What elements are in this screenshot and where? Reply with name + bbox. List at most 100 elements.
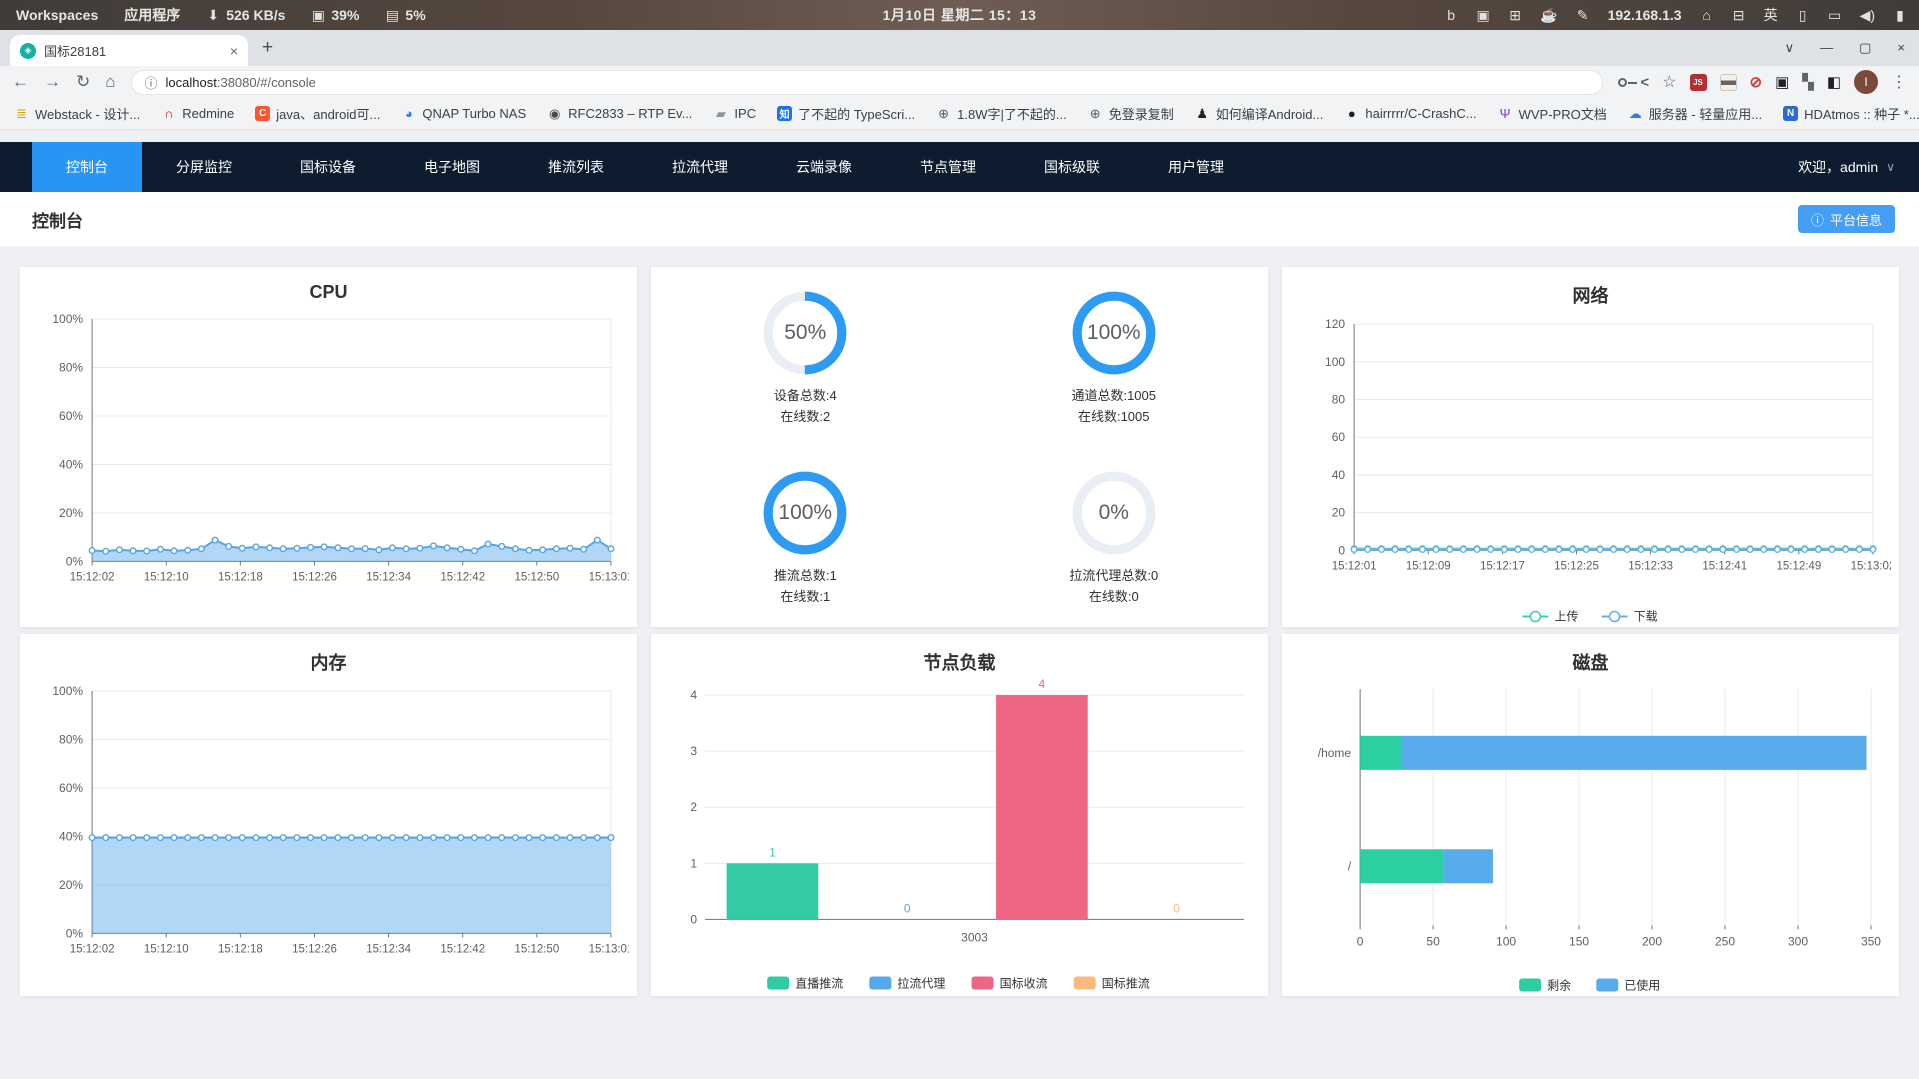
useragent-extension-icon[interactable] [1719, 73, 1737, 91]
nav-tab[interactable]: 国标设备 [266, 142, 390, 192]
site-info-icon[interactable]: ⓘ [145, 73, 158, 92]
darkmode-extension-icon[interactable]: ◧ [1827, 73, 1841, 91]
donut-label-total: 通道总数:1005 [1071, 388, 1157, 404]
bookmark-star-icon[interactable]: ☆ [1662, 72, 1676, 92]
svg-text:15:12:02: 15:12:02 [70, 943, 115, 955]
memory-usage-indicator[interactable]: ▤ 5% [385, 7, 426, 24]
forward-button[interactable]: → [44, 72, 61, 92]
nav-tab[interactable]: 推流列表 [514, 142, 638, 192]
bookmark-item[interactable]: C java、android可... [255, 104, 380, 123]
svg-text:100: 100 [1496, 934, 1516, 948]
volume-icon[interactable]: ◀) [1860, 7, 1875, 24]
svg-text:50: 50 [1426, 934, 1440, 948]
share-icon[interactable]: < [1640, 74, 1649, 91]
svg-text:100%: 100% [52, 684, 83, 698]
bookmark-item[interactable]: ☁ 服务器 - 轻量应用... [1628, 104, 1762, 123]
user-menu[interactable]: 欢迎，admin ∨ [1798, 157, 1895, 177]
tab-search-icon[interactable]: ∨ [1785, 40, 1795, 56]
nav-tab[interactable]: 节点管理 [886, 142, 1010, 192]
download-icon: ⬇ [207, 6, 220, 23]
bookmark-item[interactable]: ⊕ 1.8W字|了不起的... [936, 104, 1067, 123]
window-switch-icon[interactable]: ⊟ [1732, 7, 1746, 24]
bookmark-item[interactable]: 知 了不起的 TypeScri... [777, 104, 915, 123]
network-speed-indicator[interactable]: ⬇ 526 KB/s [206, 7, 285, 24]
battery-icon[interactable]: ▮ [1893, 7, 1907, 24]
redmine-icon: ∩ [164, 106, 174, 121]
network-panel: 网络 0 20 40 60 80 100 120 15:12:01 15:12:09 15:12:… [1282, 267, 1899, 627]
platform-info-button[interactable]: ⓘ 平台信息 [1797, 205, 1895, 233]
bookmark-item[interactable]: ▰ IPC [713, 106, 756, 122]
svg-text:15:12:26: 15:12:26 [292, 943, 337, 955]
window-restore-button[interactable]: ▢ [1859, 40, 1871, 56]
cpu-panel: CPU 0% 20% 40% 60% 80% 100% 15:12:02 15:12:10 15… [20, 267, 637, 627]
bookmark-item[interactable]: ◕ QNAP Turbo NAS [401, 106, 526, 121]
bookmark-item[interactable]: ≣ Webstack - 设计... [14, 104, 140, 123]
tab-close-icon[interactable]: × [230, 43, 238, 59]
clock[interactable]: 1月10日 星期二 15：13 [883, 5, 1037, 25]
browser-tab[interactable]: ◈ 国标28181 × [10, 35, 248, 66]
bing-icon[interactable]: b [1444, 7, 1458, 23]
svg-text:15:12:18: 15:12:18 [218, 943, 263, 955]
svg-text:0: 0 [904, 901, 911, 915]
bookmark-item[interactable]: N HDAtmos :: 种子 *... [1783, 104, 1919, 123]
bookmark-item[interactable]: ∩ Redmine [161, 106, 234, 121]
bookmark-item[interactable]: ♟ 如何编译Android... [1195, 104, 1323, 123]
penguin-icon: ♟ [1196, 105, 1209, 121]
chevron-down-icon: ∨ [1886, 160, 1895, 174]
back-button[interactable]: ← [12, 72, 29, 92]
browser-toolbar: ← → ↻ ⌂ ⓘ localhost:38080/#/console < ☆ … [0, 66, 1919, 98]
svg-text:15:12:26: 15:12:26 [292, 571, 337, 583]
svg-text:0: 0 [1357, 934, 1364, 948]
color-picker-icon[interactable]: ✎ [1576, 7, 1590, 24]
svg-text:15:12:17: 15:12:17 [1480, 560, 1525, 572]
input-method-indicator[interactable]: 英 [1764, 5, 1778, 25]
svg-text:40%: 40% [59, 457, 83, 471]
nav-tab[interactable]: 云端录像 [762, 142, 886, 192]
address-bar[interactable]: ⓘ localhost:38080/#/console [130, 69, 1604, 95]
workspaces-button[interactable]: Workspaces [16, 7, 98, 23]
svg-text:拉流代理: 拉流代理 [897, 976, 945, 991]
screenshot-extension-icon[interactable]: ▣ [1775, 73, 1789, 91]
nav-tab[interactable]: 分屏监控 [142, 142, 266, 192]
reload-button[interactable]: ↻ [76, 72, 90, 92]
svg-text:国标收流: 国标收流 [1000, 977, 1048, 991]
device-icon[interactable]: ▯ [1796, 7, 1810, 24]
nav-tab[interactable]: 国标级联 [1010, 142, 1134, 192]
adblock-extension-icon[interactable]: ⊘ [1750, 73, 1763, 91]
svg-text:15:12:10: 15:12:10 [144, 571, 189, 583]
nav-tab[interactable]: 控制台 [32, 142, 142, 192]
nav-tab[interactable]: 电子地图 [390, 142, 514, 192]
extensions-puzzle-icon[interactable]: ▚ [1802, 73, 1814, 91]
nav-tab[interactable]: 用户管理 [1134, 142, 1258, 192]
tab-title: 国标28181 [44, 44, 107, 59]
home-button[interactable]: ⌂ [105, 72, 115, 92]
window-close-button[interactable]: × [1897, 40, 1905, 56]
svg-text:15:12:50: 15:12:50 [514, 571, 559, 583]
svg-text:1: 1 [769, 845, 776, 859]
applications-menu[interactable]: 应用程序 [124, 5, 180, 25]
panel-title: 内存 [310, 653, 347, 673]
screenshot-icon[interactable]: ▣ [1476, 7, 1490, 24]
home-icon[interactable]: ⌂ [1700, 7, 1714, 23]
donut-label-total: 拉流代理总数:0 [1069, 568, 1159, 584]
caffeine-icon[interactable]: ☕ [1540, 7, 1557, 24]
js-extension-icon[interactable]: JS [1689, 73, 1707, 91]
nav-tab[interactable]: 拉流代理 [638, 142, 762, 192]
clipboard-icon[interactable]: ⊞ [1508, 7, 1522, 24]
window-minimize-button[interactable]: — [1820, 40, 1833, 56]
ip-address-indicator[interactable]: 192.168.1.3 [1608, 7, 1682, 23]
bookmark-item[interactable]: ● hairrrrr/C-CrashC... [1344, 106, 1477, 121]
bookmark-item[interactable]: ◉ RFC2833 – RTP Ev... [547, 106, 692, 122]
password-manager-icon[interactable] [1618, 77, 1638, 87]
bookmark-item[interactable]: ⊕ 免登录复制 [1088, 104, 1174, 123]
cpu-usage-indicator[interactable]: ▣ 39% [311, 7, 360, 24]
new-tab-button[interactable]: + [262, 37, 273, 59]
profile-avatar[interactable]: I [1854, 70, 1878, 94]
donut-label-total: 设备总数:4 [773, 388, 837, 404]
svg-text:15:12:01: 15:12:01 [1332, 560, 1377, 572]
browser-menu-icon[interactable]: ⋮ [1891, 72, 1907, 92]
bookmark-item[interactable]: Ψ WVP-PRO文档 [1498, 104, 1607, 123]
welcome-label: 欢迎，admin [1798, 159, 1879, 175]
svg-text:0: 0 [690, 912, 697, 926]
display-icon[interactable]: ▭ [1828, 7, 1842, 24]
